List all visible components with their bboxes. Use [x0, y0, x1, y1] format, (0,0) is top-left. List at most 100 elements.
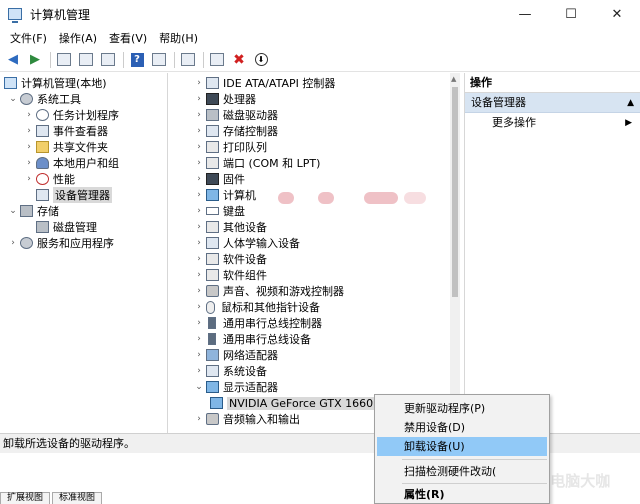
download-button[interactable]: ⬇: [252, 51, 270, 69]
uninstall-button[interactable]: ✖: [230, 51, 248, 69]
device-category-ide[interactable]: › IDE ATA/ATAPI 控制器: [194, 75, 335, 91]
properties-button[interactable]: [99, 51, 117, 69]
expand-icon[interactable]: ›: [194, 126, 204, 136]
tree-item-event-viewer[interactable]: › 事件查看器: [24, 123, 108, 139]
tree-item-task-scheduler[interactable]: › 任务计划程序: [24, 107, 119, 123]
minimize-button[interactable]: —: [502, 0, 548, 28]
expand-icon[interactable]: ›: [194, 78, 204, 88]
collapse-icon[interactable]: ⌄: [8, 94, 18, 104]
device-item-gpu[interactable]: NVIDIA GeForce GTX 1660: [210, 395, 376, 411]
device-category-usb-devices[interactable]: › 通用串行总线设备: [194, 331, 311, 347]
expand-icon[interactable]: ›: [194, 142, 204, 152]
more-actions[interactable]: 更多操作 ▶: [465, 113, 640, 133]
device-category-disk[interactable]: › 磁盘驱动器: [194, 107, 278, 123]
tree-item-local-users[interactable]: › 本地用户和组: [24, 155, 119, 171]
device-category-usb-controllers[interactable]: › 通用串行总线控制器: [194, 315, 322, 331]
performance-icon: [36, 173, 49, 185]
device-category-sound[interactable]: › 声音、视频和游戏控制器: [194, 283, 344, 299]
toolbar-separator: [174, 51, 175, 68]
maximize-button[interactable]: ☐: [548, 0, 594, 28]
collapse-up-icon[interactable]: ▲: [627, 93, 634, 113]
scan-hardware-button[interactable]: [179, 51, 197, 69]
device-category-keyboard[interactable]: › 键盘: [194, 203, 245, 219]
device-category-hid[interactable]: › 人体学输入设备: [194, 235, 300, 251]
expand-icon[interactable]: ›: [194, 302, 204, 312]
action-pane-button[interactable]: [150, 51, 168, 69]
menu-help[interactable]: 帮助(H): [153, 30, 204, 46]
menu-view[interactable]: 查看(V): [103, 30, 153, 46]
expand-icon[interactable]: ›: [194, 366, 204, 376]
expand-icon[interactable]: ›: [194, 94, 204, 104]
expand-icon[interactable]: ›: [194, 222, 204, 232]
expand-icon[interactable]: ›: [24, 110, 34, 120]
expand-icon[interactable]: ›: [194, 174, 204, 184]
expand-icon[interactable]: ›: [194, 270, 204, 280]
expand-icon[interactable]: ›: [24, 174, 34, 184]
expand-icon[interactable]: ›: [194, 350, 204, 360]
device-category-processor[interactable]: › 处理器: [194, 91, 256, 107]
tree-item-system-tools[interactable]: ⌄ 系统工具: [8, 91, 81, 107]
keyboard-icon: [206, 207, 219, 215]
device-category-print-queue[interactable]: › 打印队列: [194, 139, 267, 155]
expand-icon[interactable]: ›: [24, 142, 34, 152]
tree-item-shared-folders[interactable]: › 共享文件夹: [24, 139, 108, 155]
device-category-other[interactable]: › 其他设备: [194, 219, 267, 235]
menu-disable-device[interactable]: 禁用设备(D): [377, 418, 547, 437]
menu-properties[interactable]: 属性(R): [377, 485, 547, 504]
device-category-software-devices[interactable]: › 软件设备: [194, 251, 267, 267]
scroll-up-icon[interactable]: ▲: [451, 75, 456, 83]
device-category-storage-controller[interactable]: › 存储控制器: [194, 123, 278, 139]
device-category-ports[interactable]: › 端口 (COM 和 LPT): [194, 155, 320, 171]
tree-item-device-manager[interactable]: 设备管理器: [36, 187, 112, 203]
tree-item-disk-management[interactable]: 磁盘管理: [36, 219, 97, 235]
expand-icon[interactable]: ›: [194, 286, 204, 296]
expand-icon[interactable]: ›: [194, 206, 204, 216]
close-button[interactable]: ✕: [594, 0, 640, 28]
collapse-icon[interactable]: ⌄: [8, 206, 18, 216]
menu-update-driver[interactable]: 更新驱动程序(P): [377, 399, 547, 418]
device-category-computer[interactable]: › 计算机: [194, 187, 256, 203]
expand-icon[interactable]: ›: [194, 158, 204, 168]
expand-icon[interactable]: ›: [24, 158, 34, 168]
expand-icon[interactable]: ›: [24, 126, 34, 136]
device-category-network[interactable]: › 网络适配器: [194, 347, 278, 363]
disk-icon: [36, 221, 49, 233]
collapse-icon[interactable]: ⌄: [194, 382, 204, 392]
tree-item-root[interactable]: 计算机管理(本地): [4, 75, 107, 91]
expand-icon[interactable]: ›: [194, 190, 204, 200]
device-category-system[interactable]: › 系统设备: [194, 363, 267, 379]
menu-file[interactable]: 文件(F): [4, 30, 53, 46]
device-category-audio-io[interactable]: › 音频输入和输出: [194, 411, 300, 427]
show-tree-button[interactable]: [77, 51, 95, 69]
up-button[interactable]: [55, 51, 73, 69]
device-category-mouse[interactable]: › 鼠标和其他指针设备: [194, 299, 320, 315]
actions-section-device-manager[interactable]: 设备管理器 ▲: [465, 93, 640, 113]
back-button[interactable]: ◀: [4, 51, 22, 69]
menu-scan-hardware[interactable]: 扫描检测硬件改动(: [377, 462, 547, 481]
expand-icon[interactable]: ›: [8, 238, 18, 248]
help-button[interactable]: ?: [128, 51, 146, 69]
expand-icon[interactable]: ›: [194, 334, 204, 344]
forward-button[interactable]: ▶: [26, 51, 44, 69]
scrollbar-thumb[interactable]: [452, 87, 458, 297]
menu-action[interactable]: 操作(A): [53, 30, 103, 46]
expand-icon[interactable]: ›: [194, 254, 204, 264]
tree-item-services[interactable]: › 服务和应用程序: [8, 235, 114, 251]
arrow-left-icon: ◀: [8, 52, 18, 67]
tab-standard[interactable]: 标准视图: [52, 492, 103, 504]
update-driver-button[interactable]: [208, 51, 226, 69]
tree-item-performance[interactable]: › 性能: [24, 171, 75, 187]
device-category-software-components[interactable]: › 软件组件: [194, 267, 267, 283]
expand-icon[interactable]: ›: [194, 318, 204, 328]
download-arrow-icon: ⬇: [254, 53, 268, 66]
menu-uninstall-device[interactable]: 卸载设备(U): [377, 437, 547, 456]
expand-icon[interactable]: ›: [194, 110, 204, 120]
tab-extended[interactable]: 扩展视图: [0, 492, 51, 504]
tree-item-storage[interactable]: ⌄ 存储: [8, 203, 59, 219]
expand-icon[interactable]: ›: [194, 414, 204, 424]
device-category-firmware[interactable]: › 固件: [194, 171, 245, 187]
expand-icon[interactable]: ›: [194, 238, 204, 248]
vertical-scrollbar[interactable]: ▲: [450, 73, 460, 433]
tree-label: 计算机管理(本地): [21, 77, 107, 90]
device-category-display[interactable]: ⌄ 显示适配器: [194, 379, 278, 395]
